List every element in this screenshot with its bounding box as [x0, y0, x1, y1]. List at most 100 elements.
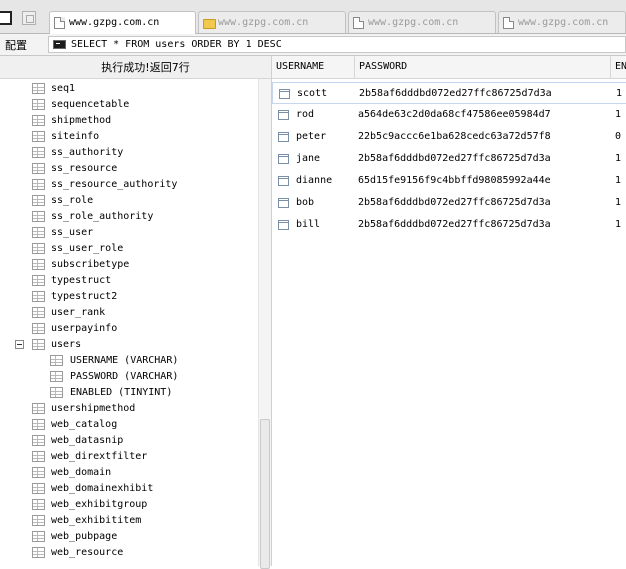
row-icon	[278, 132, 289, 142]
tab-label: www.gzpg.com.cn	[518, 17, 609, 28]
row-icon	[278, 220, 289, 230]
column-icon	[50, 355, 63, 366]
tree-item-label: web_exhibitgroup	[51, 499, 148, 510]
tree-item[interactable]: ss_authority	[0, 145, 258, 161]
cell-password: a564de63c2d0da68cf47586ee05984d7	[358, 109, 551, 120]
tree-item[interactable]: web_datasnip	[0, 433, 258, 449]
tree-item[interactable]: ss_resource_authority	[0, 177, 258, 193]
tree-item[interactable]: sequencetable	[0, 97, 258, 113]
tree-item-label: ss_authority	[51, 147, 124, 158]
tree-item-label: typestruct2	[51, 291, 118, 302]
tree-item[interactable]: USERNAME (VARCHAR)	[0, 353, 258, 369]
tree-item[interactable]: typestruct2	[0, 289, 258, 305]
column-header-password[interactable]: PASSWORD	[355, 56, 611, 78]
scrollbar-thumb[interactable]	[260, 419, 270, 569]
tree-item[interactable]: web_catalog	[0, 417, 258, 433]
schema-panel: 执行成功!返回7行 seq1 sequencetable shipmethod sit…	[0, 56, 271, 569]
tree-item-label: ss_user_role	[51, 243, 124, 254]
tree-item[interactable]: seq1	[0, 81, 258, 97]
row-icon	[278, 176, 289, 186]
table-icon	[32, 403, 45, 414]
tree-item[interactable]: typestruct	[0, 273, 258, 289]
tree-item-label: web_domainexhibit	[51, 483, 154, 494]
config-button[interactable]: 配置	[5, 37, 27, 53]
row-icon	[279, 89, 290, 99]
table-icon	[32, 451, 45, 462]
tree-item[interactable]: userpayinfo	[0, 321, 258, 337]
tree-item[interactable]: subscribetype	[0, 257, 258, 273]
column-header-username[interactable]: USERNAME	[272, 56, 355, 78]
table-icon	[32, 483, 45, 494]
new-window-icon[interactable]	[22, 11, 36, 25]
tree-item[interactable]: web_exhibitgroup	[0, 497, 258, 513]
tree-item-label: ss_resource_authority	[51, 179, 178, 190]
table-icon	[32, 211, 45, 222]
cell-password: 65d15fe9156f9c4bbffd98085992a44e	[358, 175, 551, 186]
table-icon	[32, 83, 45, 94]
tab-4[interactable]: www.gzpg.com.cn	[498, 11, 626, 33]
table-icon	[32, 275, 45, 286]
page-icon	[54, 17, 65, 29]
cell-username: dianne	[296, 175, 333, 186]
schema-tree: seq1 sequencetable shipmethod siteinfo ss_au…	[0, 79, 258, 566]
tab-2[interactable]: www.gzpg.com.cn	[198, 11, 346, 33]
table-icon	[32, 99, 45, 110]
tree-item-label: shipmethod	[51, 115, 112, 126]
cell-username: bill	[296, 219, 321, 230]
window-menu-icon[interactable]	[0, 11, 12, 25]
tree-item[interactable]: web_resource	[0, 545, 258, 561]
collapse-icon[interactable]	[15, 340, 24, 349]
tree-item[interactable]: users	[0, 337, 258, 353]
tree-item[interactable]: web_domain	[0, 465, 258, 481]
table-row[interactable]: bill 2b58af6dddbd072ed27ffc86725d7d3a 1	[272, 214, 626, 236]
tree-item[interactable]: ss_role	[0, 193, 258, 209]
table-icon	[32, 179, 45, 190]
cell-username: rod	[296, 109, 315, 120]
table-row[interactable]: bob 2b58af6dddbd072ed27ffc86725d7d3a 1	[272, 192, 626, 214]
column-icon	[50, 371, 63, 382]
tree-item-label: ss_role_authority	[51, 211, 154, 222]
tree-item-label: web_exhibititem	[51, 515, 142, 526]
tree-item[interactable]: ss_role_authority	[0, 209, 258, 225]
cell-enabled: 1	[615, 175, 622, 186]
cell-username: bob	[296, 197, 315, 208]
table-row[interactable]: scott 2b58af6dddbd072ed27ffc86725d7d3a 1	[272, 82, 626, 104]
tree-item[interactable]: web_exhibititem	[0, 513, 258, 529]
row-icon	[278, 110, 289, 120]
tree-item[interactable]: web_dirextfilter	[0, 449, 258, 465]
tree-item[interactable]: ss_resource	[0, 161, 258, 177]
tree-item-label: web_catalog	[51, 419, 118, 430]
table-row[interactable]: dianne 65d15fe9156f9c4bbffd98085992a44e 1	[272, 170, 626, 192]
tree-item[interactable]: ss_user_role	[0, 241, 258, 257]
tree-item[interactable]: web_domainexhibit	[0, 481, 258, 497]
tree-item[interactable]: ENABLED (TINYINT)	[0, 385, 258, 401]
table-icon	[32, 115, 45, 126]
tree-item-label: ss_role	[51, 195, 94, 206]
tab-1[interactable]: www.gzpg.com.cn	[49, 11, 196, 35]
tree-item[interactable]: PASSWORD (VARCHAR)	[0, 369, 258, 385]
table-row[interactable]: peter 22b5c9accc6e1ba628cedc63a72d57f8 0	[272, 126, 626, 148]
table-row[interactable]: jane 2b58af6dddbd072ed27ffc86725d7d3a 1	[272, 148, 626, 170]
table-icon	[32, 339, 45, 350]
tree-item[interactable]: usershipmethod	[0, 401, 258, 417]
tree-scrollbar[interactable]	[258, 79, 271, 569]
tree-item[interactable]: web_pubpage	[0, 529, 258, 545]
tree-item[interactable]: ss_user	[0, 225, 258, 241]
table-row[interactable]: rod a564de63c2d0da68cf47586ee05984d7 1	[272, 104, 626, 126]
cell-enabled: 1	[615, 219, 622, 230]
cell-username: peter	[296, 131, 327, 142]
tree-item-label: ss_resource	[51, 163, 118, 174]
table-icon	[32, 499, 45, 510]
sql-input[interactable]: SELECT * FROM users ORDER BY 1 DESC	[48, 36, 626, 53]
result-grid: USERNAME PASSWORD EN scott 2b58af6dddbd07…	[271, 56, 626, 566]
column-header-enabled[interactable]: EN	[611, 56, 626, 78]
tab-3[interactable]: www.gzpg.com.cn	[348, 11, 496, 33]
tree-item[interactable]: user_rank	[0, 305, 258, 321]
cell-password: 2b58af6dddbd072ed27ffc86725d7d3a	[358, 153, 551, 164]
cell-password: 22b5c9accc6e1ba628cedc63a72d57f8	[358, 131, 551, 142]
tree-item[interactable]: shipmethod	[0, 113, 258, 129]
tree-item[interactable]: siteinfo	[0, 129, 258, 145]
table-icon	[32, 227, 45, 238]
cell-username: jane	[296, 153, 321, 164]
tree-item-label: web_resource	[51, 547, 124, 558]
